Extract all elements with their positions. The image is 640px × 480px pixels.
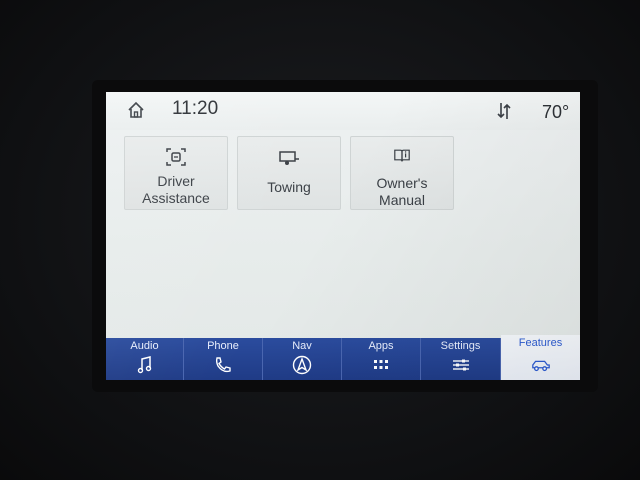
signal-icon (496, 101, 512, 121)
nav-label: Settings (440, 340, 481, 352)
apps-grid-icon (374, 360, 388, 369)
sliders-icon (452, 359, 469, 371)
nav-apps[interactable]: Apps (342, 338, 421, 380)
bottom-nav-bar: Audio Phone Nav Apps Settings Features (106, 335, 580, 380)
nav-navigation[interactable]: Nav (263, 338, 342, 380)
owners-manual-tile[interactable]: Owner's Manual (350, 136, 454, 210)
nav-label: Apps (368, 340, 394, 352)
clock: 11:20 (172, 98, 219, 119)
tile-label: Owner's Manual (376, 175, 428, 208)
driver-assist-icon (166, 148, 186, 166)
navigation-icon (292, 355, 312, 375)
towing-tile[interactable]: Towing (237, 136, 341, 210)
nav-phone[interactable]: Phone (184, 338, 263, 380)
nav-label: Nav (292, 340, 312, 352)
tile-label-line1: Driver (157, 173, 195, 189)
phone-icon (215, 357, 231, 373)
vehicle-icon (531, 360, 550, 372)
trailer-icon (279, 151, 299, 165)
driver-assistance-tile[interactable]: Driver Assistance (124, 136, 228, 210)
outside-temperature: 70° (542, 102, 570, 122)
nav-features[interactable]: Features (501, 335, 580, 380)
nav-label: Phone (207, 340, 239, 352)
status-bar: 11:20 70° (106, 92, 580, 130)
nav-audio[interactable]: Audio (106, 338, 184, 380)
infotainment-screen: 11:20 70° Driver Assistance Towing Owner… (106, 92, 580, 380)
nav-label: Features (518, 337, 563, 349)
music-note-icon (137, 356, 151, 374)
book-icon (394, 149, 410, 162)
tile-label: Towing (267, 179, 311, 195)
nav-label: Audio (130, 340, 159, 352)
tile-label-line2: Assistance (142, 190, 210, 206)
nav-settings[interactable]: Settings (421, 338, 501, 380)
home-icon[interactable] (126, 100, 146, 120)
